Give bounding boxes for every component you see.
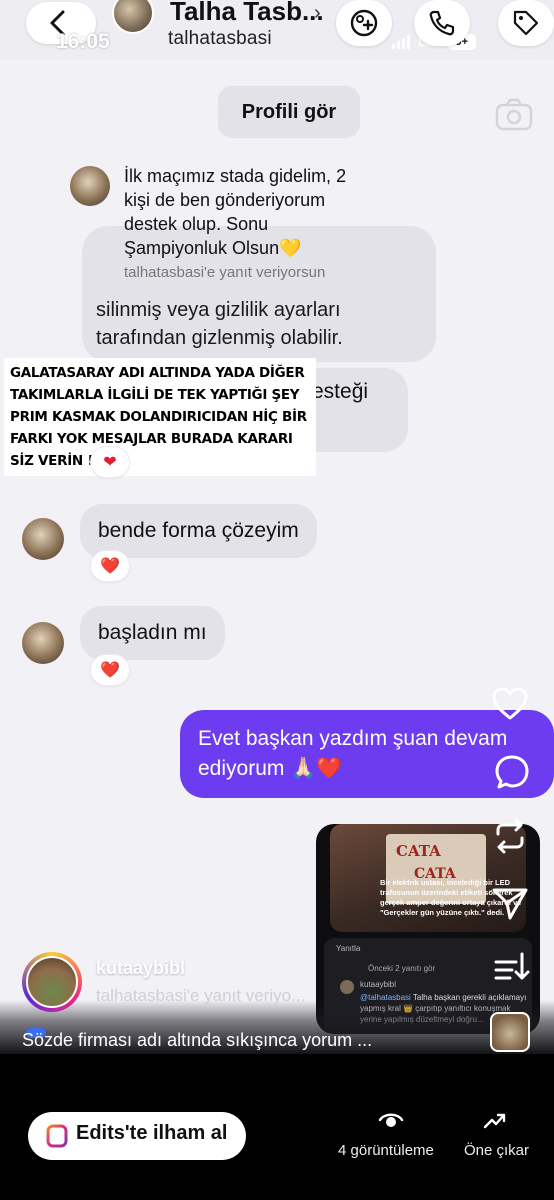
comment-username: kutaaybibl: [360, 980, 397, 989]
heart-icon[interactable]: [490, 684, 530, 724]
signal-icon: [392, 35, 410, 49]
reaction-heart[interactable]: ❤: [90, 446, 130, 478]
reel-reply-subtitle: talhatasbasi'e yanıt veriyo...: [96, 986, 306, 1005]
tag-button[interactable]: [498, 0, 554, 46]
heart-icon: ❤: [103, 454, 117, 471]
call-button[interactable]: [414, 0, 470, 46]
audio-thumbnail[interactable]: [490, 1012, 530, 1052]
repost-icon[interactable]: [490, 816, 530, 856]
message-text: bende forma çözeyim: [98, 519, 299, 542]
quote-avatar: [70, 166, 110, 206]
send-icon[interactable]: [490, 884, 530, 924]
phone-icon: [429, 10, 455, 36]
reel-caption[interactable]: Sözde firması adı altında sıkışınca yoru…: [22, 1030, 372, 1051]
edits-label: Edits'te ilham al: [76, 1122, 228, 1144]
brand-label: CATA: [396, 842, 441, 860]
reaction-heart[interactable]: ❤️: [90, 654, 130, 686]
comment-icon[interactable]: [492, 752, 532, 792]
reaction-heart[interactable]: ❤️: [90, 550, 130, 582]
message-bubble[interactable]: başladın mı: [80, 606, 225, 660]
sender-avatar[interactable]: [22, 518, 64, 560]
message-text: başladın mı: [98, 621, 207, 644]
reaction-emoji: ❤️: [100, 558, 120, 575]
boost-label[interactable]: Öne çıkar: [464, 1142, 529, 1159]
audio-icon[interactable]: [492, 948, 532, 988]
hidden-message-text: silinmiş veya gizlilik ayarları tarafınd…: [96, 299, 343, 349]
reel-author-name[interactable]: kutaaybibl: [96, 958, 185, 979]
partial-message-text: esteği: [312, 380, 369, 403]
edits-icon: [46, 1124, 68, 1148]
tag-icon: [513, 10, 539, 36]
add-people-button[interactable]: [336, 0, 392, 46]
views-count[interactable]: 4 görüntüleme: [338, 1142, 434, 1159]
reel-reply-header: Yanıtla: [336, 944, 361, 953]
reply-quote-subtext: talhatasbasi'e yanıt veriyorsun: [124, 264, 326, 281]
reply-quote-text: İlk maçımız stada gidelim, 2 kişi de ben…: [124, 166, 347, 258]
reaction-emoji: ❤️: [100, 662, 120, 679]
message-text: Evet başkan yazdım şuan devam ediyorum 🙏…: [198, 727, 508, 780]
status-time: 16:05: [56, 30, 110, 53]
camera-icon[interactable]: [494, 98, 534, 132]
comment-avatar: [340, 980, 354, 994]
reel-previous-replies: Önceki 2 yanıtı gör: [368, 964, 436, 973]
view-profile-button[interactable]: Profili gör: [218, 86, 360, 138]
trending-icon[interactable]: [482, 1108, 508, 1132]
header-display-name[interactable]: Talha Tasb...: [170, 0, 324, 27]
reel-author-avatar[interactable]: [26, 956, 78, 1008]
overlay-annotation: GALATASARAY ADI ALTINDA YADA DİĞER TAKIM…: [4, 358, 316, 476]
sender-avatar[interactable]: [22, 622, 64, 664]
header-username: talhatasbasi: [168, 28, 272, 49]
eye-icon[interactable]: [378, 1108, 404, 1132]
chevron-right-icon: ›: [314, 2, 321, 24]
add-people-icon: [350, 9, 378, 37]
